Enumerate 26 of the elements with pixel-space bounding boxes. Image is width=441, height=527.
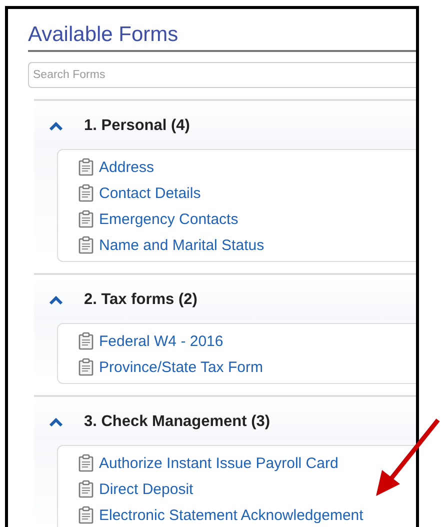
chevron-up-icon[interactable] <box>49 417 63 427</box>
clipboard-icon <box>78 480 94 498</box>
clipboard-icon <box>78 454 94 472</box>
form-link[interactable]: Federal W4 - 2016 <box>99 332 224 350</box>
search-field[interactable]: Search Forms <box>28 62 416 88</box>
clipboard-icon <box>78 358 94 376</box>
form-link[interactable]: Electronic Statement Acknowledgement <box>99 506 364 524</box>
chevron-up-icon[interactable] <box>49 121 63 131</box>
section-header[interactable]: 3. Check Management (3) <box>84 413 270 431</box>
panel-title: Available Forms <box>28 23 416 52</box>
form-link[interactable]: Address <box>99 158 154 176</box>
clipboard-icon <box>78 210 94 228</box>
section-header[interactable]: 2. Tax forms (2) <box>84 291 198 309</box>
clipboard-icon <box>78 184 94 202</box>
clipboard-icon <box>78 158 94 176</box>
form-link[interactable]: Name and Marital Status <box>99 236 264 254</box>
chevron-up-icon[interactable] <box>49 295 63 305</box>
clipboard-icon <box>78 332 94 350</box>
form-link[interactable]: Direct Deposit <box>99 480 194 498</box>
section-header[interactable]: 1. Personal (4) <box>84 117 190 135</box>
clipboard-icon <box>78 506 94 524</box>
form-link[interactable]: Emergency Contacts <box>99 210 238 228</box>
form-link[interactable]: Province/State Tax Form <box>99 358 263 376</box>
clipboard-icon <box>78 236 94 254</box>
form-link[interactable]: Contact Details <box>99 184 201 202</box>
form-link[interactable]: Authorize Instant Issue Payroll Card <box>99 454 338 472</box>
